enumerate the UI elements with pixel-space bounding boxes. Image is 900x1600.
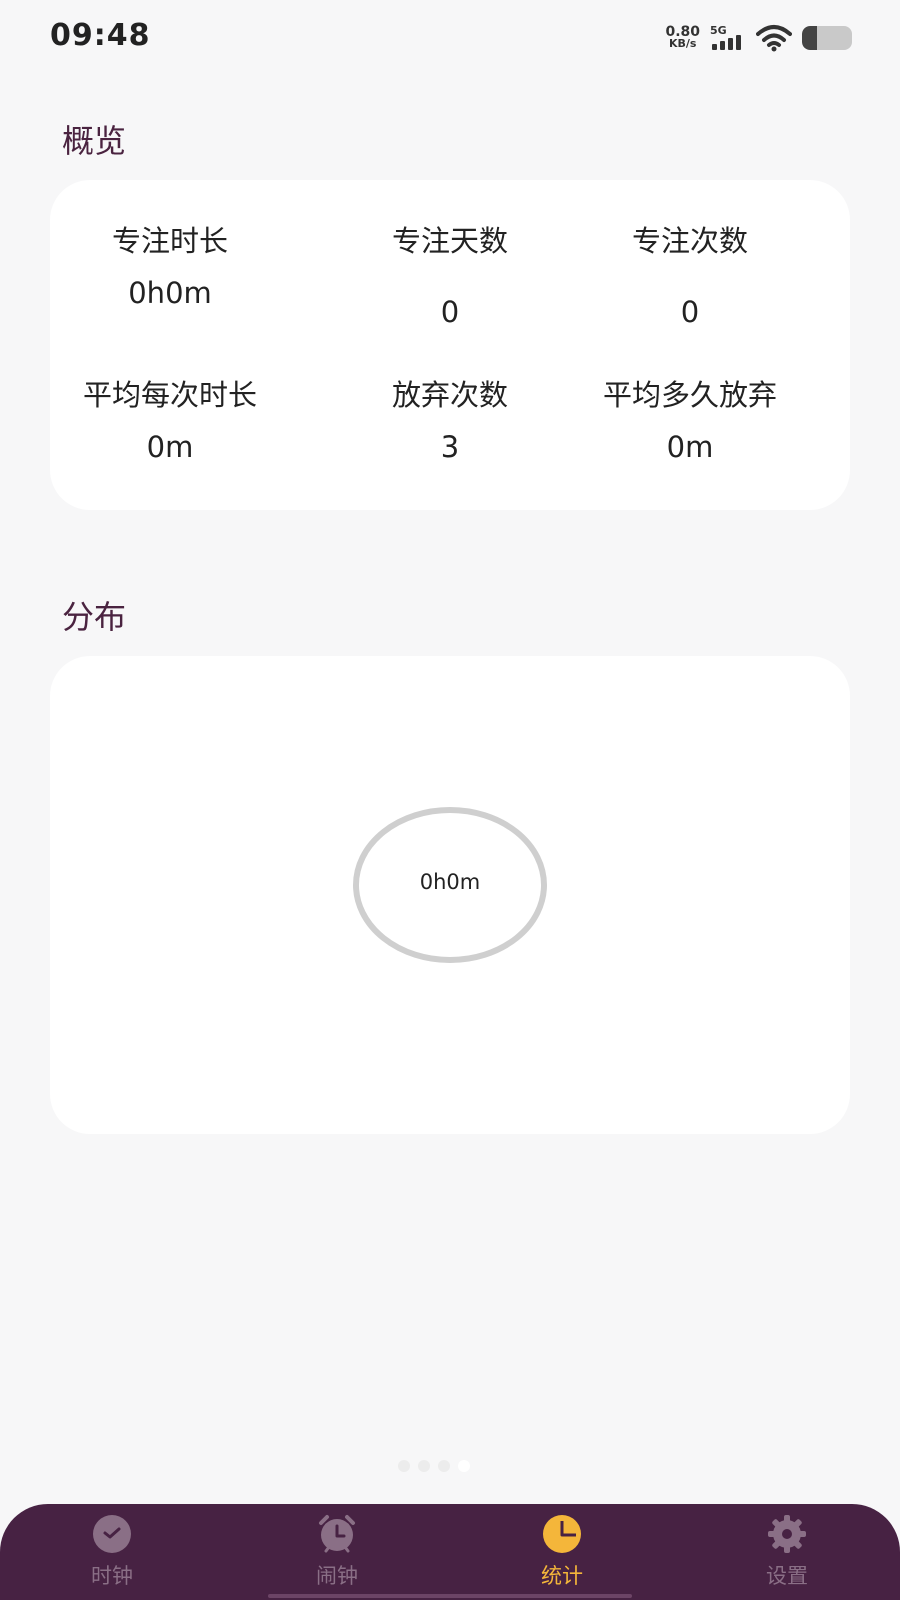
page-dot xyxy=(398,1460,410,1472)
distribution-card: 0h0m xyxy=(50,656,850,1134)
stat-focus-days: 专注天数 0 xyxy=(330,218,570,329)
overview-card: 专注时长 0h0m 专注天数 0 专注次数 0 平均每次时长 0m 放弃次数 3… xyxy=(50,180,850,510)
page-dot xyxy=(418,1460,430,1472)
distribution-total: 0h0m xyxy=(419,870,481,894)
nav-item-clock[interactable]: 时钟 xyxy=(42,1504,182,1600)
signal-icon: 5G xyxy=(710,24,746,52)
page-dot xyxy=(458,1460,470,1472)
network-speed-unit: KB/s xyxy=(668,37,697,50)
stat-focus-count: 专注次数 0 xyxy=(570,218,810,329)
home-indicator xyxy=(268,1594,632,1598)
status-time: 09:48 xyxy=(50,18,151,53)
overview-title: 概览 xyxy=(62,122,127,160)
stat-label: 放弃次数 xyxy=(391,378,508,412)
nav-label: 设置 xyxy=(766,1564,808,1588)
bottom-nav: 时钟 闹钟 统计 设置 xyxy=(0,1504,900,1600)
nav-item-settings[interactable]: 设置 xyxy=(717,1504,857,1600)
page-dot xyxy=(438,1460,450,1472)
alarm-icon xyxy=(319,1515,355,1553)
nav-label: 时钟 xyxy=(91,1564,133,1588)
status-icons: 0.80 KB/s 5G xyxy=(665,22,852,54)
status-bar: 09:48 0.80 KB/s 5G xyxy=(0,0,900,78)
clock-icon xyxy=(93,1515,131,1553)
stat-value: 0m xyxy=(666,430,714,464)
wifi-icon xyxy=(756,25,792,52)
nav-label: 闹钟 xyxy=(316,1564,358,1588)
distribution-title: 分布 xyxy=(62,598,127,636)
nav-item-stats[interactable]: 统计 xyxy=(492,1504,632,1600)
stat-avg-duration: 平均每次时长 0m xyxy=(50,372,290,464)
stat-give-up-count: 放弃次数 3 xyxy=(330,372,570,464)
stat-value: 3 xyxy=(440,430,460,464)
stat-focus-duration: 专注时长 0h0m xyxy=(50,218,290,310)
battery-icon xyxy=(802,26,852,50)
stat-label: 专注时长 xyxy=(111,224,228,258)
stat-value: 0m xyxy=(146,430,194,464)
nav-item-alarm[interactable]: 闹钟 xyxy=(267,1504,407,1600)
network-speed: 0.80 KB/s xyxy=(665,25,700,50)
stat-value: 0 xyxy=(440,295,460,329)
stat-avg-give-up: 平均多久放弃 0m xyxy=(570,372,810,464)
stat-label: 平均多久放弃 xyxy=(602,378,777,412)
page-indicator xyxy=(398,1460,470,1472)
stat-label: 专注次数 xyxy=(631,224,748,258)
stat-value: 0h0m xyxy=(128,276,212,310)
nav-label: 统计 xyxy=(541,1564,583,1588)
stat-label: 专注天数 xyxy=(391,224,508,258)
stat-value: 0 xyxy=(680,295,700,329)
pie-chart-icon xyxy=(543,1515,581,1553)
gear-icon xyxy=(768,1515,806,1553)
stat-label: 平均每次时长 xyxy=(82,378,257,412)
